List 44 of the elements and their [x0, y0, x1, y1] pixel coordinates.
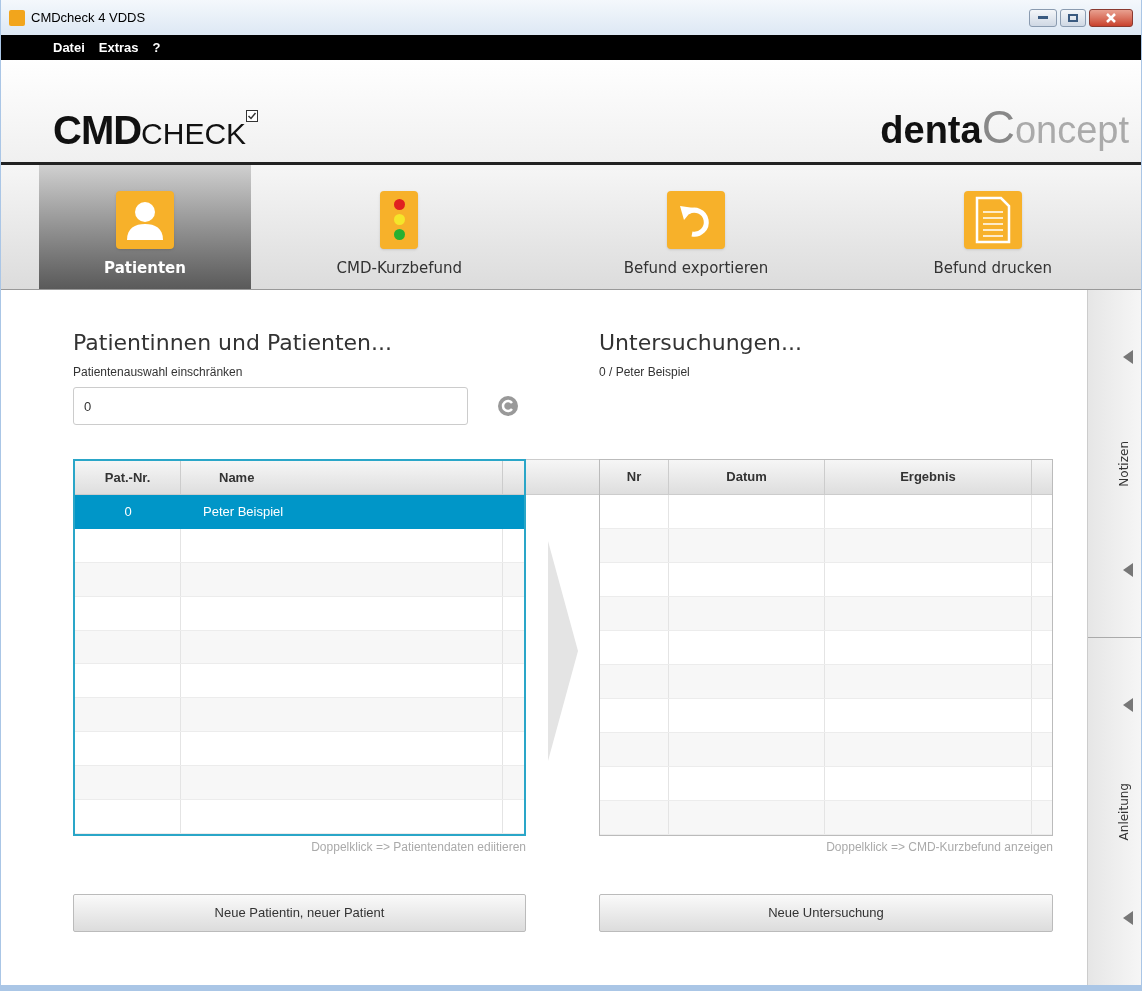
refresh-icon[interactable] — [498, 396, 518, 416]
column-header[interactable]: Nr — [600, 460, 669, 494]
new-exam-button[interactable]: Neue Untersuchung — [599, 894, 1053, 932]
filter-label: Patientenauswahl einschränken — [73, 364, 244, 381]
window-title: CMDcheck 4 VDDS — [31, 8, 146, 27]
new-patient-button[interactable]: Neue Patientin, neuer Patient — [73, 894, 526, 932]
column-header[interactable]: Pat.-Nr. — [75, 461, 181, 494]
toolbar-tab[interactable]: Patienten — [39, 165, 251, 289]
menu-item[interactable]: Datei — [53, 37, 85, 58]
patient-subtitle: 0 / Peter Beispiel — [599, 364, 691, 381]
close-button[interactable] — [1089, 8, 1133, 27]
product-logo: CMDCHECK — [53, 110, 247, 150]
undo-icon — [667, 190, 725, 249]
column-header[interactable]: Datum — [669, 460, 825, 494]
minimize-button[interactable] — [1029, 8, 1057, 27]
toolbar-tab[interactable]: Befund exportieren — [547, 165, 845, 289]
app-icon — [9, 9, 25, 26]
column-header[interactable]: Name — [181, 461, 503, 494]
column-header[interactable]: Ergebnis — [825, 460, 1032, 494]
person-icon — [116, 190, 174, 249]
table-cell-text: Peter Beispiel — [202, 503, 285, 522]
collapse-arrow-icon[interactable] — [1123, 698, 1133, 712]
toolbar-tab[interactable]: Befund drucken — [844, 165, 1141, 289]
menu-item[interactable]: Extras — [98, 37, 139, 58]
document-icon — [963, 190, 1022, 249]
hint-text: Doppelklick => Patientendaten ediitieren — [310, 839, 526, 856]
side-tab[interactable]: Notizen — [1113, 440, 1133, 487]
company-logo: dentaConcept — [880, 104, 1129, 150]
table-cell-text: 0 — [123, 503, 133, 522]
toolbar-tab[interactable]: CMD-Kurzbefund — [251, 165, 548, 289]
collapse-arrow-icon[interactable] — [1123, 911, 1133, 925]
menu-item[interactable]: ? — [152, 37, 161, 58]
maximize-button[interactable] — [1060, 8, 1086, 27]
filter-field[interactable]: 0 — [73, 387, 468, 425]
checkbox-icon — [246, 110, 259, 122]
collapse-arrow-icon[interactable] — [1123, 350, 1133, 364]
section-heading: Patientinnen und Patienten... — [73, 329, 393, 357]
hint-text: Doppelklick => CMD-Kurzbefund anzeigen — [825, 839, 1053, 856]
traffic-light-icon — [380, 190, 419, 249]
collapse-arrow-icon[interactable] — [1123, 563, 1133, 577]
section-heading: Untersuchungen... — [599, 329, 803, 357]
side-tab[interactable]: Anleitung — [1113, 782, 1133, 841]
arrow-icon — [548, 541, 578, 761]
close-icon — [1106, 12, 1116, 23]
